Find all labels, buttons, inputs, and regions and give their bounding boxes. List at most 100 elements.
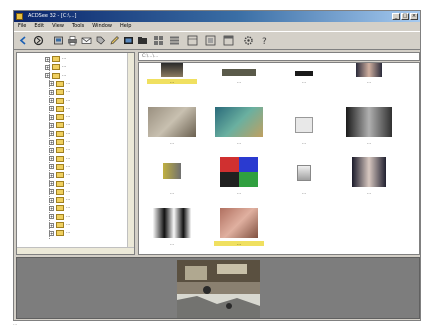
back-button[interactable]: [18, 35, 29, 46]
expand-toggle-icon[interactable]: +: [45, 73, 50, 79]
expand-toggle-icon[interactable]: +: [49, 181, 54, 186]
tree-item[interactable]: +...: [49, 204, 70, 212]
expand-toggle-icon[interactable]: +: [49, 189, 54, 195]
tree-item[interactable]: +...: [45, 55, 66, 63]
expand-toggle-icon[interactable]: +: [49, 205, 54, 211]
thumbnail-7[interactable]: ...: [279, 107, 329, 151]
thumbnail-4[interactable]: ...: [344, 63, 394, 107]
tree-item[interactable]: +...: [49, 188, 70, 196]
details-view-button[interactable]: [169, 35, 180, 46]
tree-item[interactable]: +...: [49, 180, 70, 188]
tree-item[interactable]: +...: [49, 113, 70, 121]
help-button[interactable]: ?: [259, 35, 270, 46]
menu-file[interactable]: File: [18, 22, 26, 31]
tree-item-label: ...: [66, 89, 71, 95]
email-icon: [81, 37, 92, 44]
title-bar[interactable]: ACDSee 32 - [C:\...] _ □ ×: [14, 11, 420, 22]
expand-toggle-icon[interactable]: +: [49, 98, 54, 103]
thumbnail-8[interactable]: ...: [344, 107, 394, 151]
tree-item-label: ...: [66, 130, 71, 136]
thumbnail-3[interactable]: ...: [279, 63, 329, 107]
tag-button[interactable]: [95, 35, 106, 46]
tree-item[interactable]: +...: [49, 105, 70, 113]
print-button[interactable]: [67, 35, 78, 46]
folder-tree[interactable]: +... +... +... +... +... +... +... +... +... +...…: [16, 52, 135, 255]
expand-toggle-icon[interactable]: +: [49, 222, 54, 228]
menu-help[interactable]: Help: [120, 22, 131, 31]
expand-toggle-icon[interactable]: +: [45, 56, 50, 62]
expand-toggle-icon[interactable]: +: [49, 230, 54, 236]
settings-button[interactable]: [243, 35, 254, 46]
expand-toggle-icon[interactable]: +: [45, 64, 50, 70]
thumbnail-6[interactable]: ...: [214, 107, 264, 151]
expand-toggle-icon[interactable]: +: [49, 172, 54, 178]
thumbnail-1[interactable]: ...: [147, 63, 197, 107]
thumbnail-9[interactable]: ...: [147, 157, 197, 201]
expand-toggle-icon[interactable]: +: [49, 114, 54, 120]
thumbnail-caption: ...: [367, 79, 371, 84]
tree-item[interactable]: +...: [49, 221, 70, 229]
forward-button[interactable]: [33, 35, 44, 46]
tree-item[interactable]: +...: [49, 163, 70, 171]
thumbnail-5[interactable]: ...: [147, 107, 197, 151]
expand-toggle-icon[interactable]: +: [49, 81, 54, 87]
tree-item[interactable]: +...: [49, 80, 70, 88]
expand-toggle-icon[interactable]: +: [49, 164, 54, 170]
thumbnail-10[interactable]: ...: [214, 157, 264, 201]
expand-toggle-icon[interactable]: +: [49, 147, 54, 153]
minimize-icon[interactable]: _: [392, 13, 400, 20]
expand-toggle-icon[interactable]: +: [49, 139, 54, 145]
close-icon[interactable]: ×: [410, 13, 418, 20]
tree-item[interactable]: +...: [49, 196, 70, 204]
expand-toggle-icon[interactable]: +: [49, 197, 54, 203]
tree-item[interactable]: +...: [49, 229, 70, 237]
menu-window[interactable]: Window: [92, 22, 112, 31]
tree-vertical-scrollbar[interactable]: [127, 53, 134, 254]
menu-edit[interactable]: Edit: [34, 22, 44, 31]
fullscreen-button[interactable]: [223, 35, 234, 46]
thumbnail-12[interactable]: ...: [344, 157, 394, 201]
browse-button[interactable]: [53, 35, 64, 46]
expand-toggle-icon[interactable]: +: [49, 122, 54, 128]
tree-item[interactable]: +...: [49, 88, 70, 96]
thumbnail-11[interactable]: ...: [279, 157, 329, 201]
address-bar[interactable]: C:\...\...: [138, 52, 420, 61]
list-view-button[interactable]: [187, 35, 198, 46]
edit-button[interactable]: [109, 35, 120, 46]
tree-item[interactable]: +...: [49, 97, 70, 105]
large-view-button[interactable]: [205, 35, 216, 46]
folder-icon: [56, 205, 64, 212]
thumbnail-grid[interactable]: ... ... ... ... ... ... ... ... ... ... …: [138, 62, 420, 255]
tree-item[interactable]: +...: [49, 138, 70, 146]
thumbnail-13[interactable]: ...: [147, 208, 197, 252]
tree-item[interactable]: +...: [49, 213, 70, 221]
menu-view[interactable]: View: [52, 22, 64, 31]
tree-horizontal-scrollbar[interactable]: [17, 247, 134, 254]
thumbnail-2[interactable]: ...: [214, 63, 264, 107]
thumbnail-14[interactable]: ...: [214, 208, 264, 252]
thumbs-view-button[interactable]: [153, 35, 164, 46]
large-icon: [205, 35, 216, 46]
expand-toggle-icon[interactable]: +: [49, 106, 54, 112]
tree-item[interactable]: +...: [49, 171, 70, 179]
expand-toggle-icon[interactable]: +: [49, 131, 54, 137]
folder-icon: [56, 163, 64, 170]
expand-toggle-icon[interactable]: +: [49, 89, 54, 95]
folder-icon: [56, 147, 64, 154]
tree-item[interactable]: +...: [45, 63, 66, 71]
folder-button[interactable]: [137, 35, 148, 46]
tree-item[interactable]: +...: [45, 72, 66, 80]
expand-toggle-icon[interactable]: +: [49, 214, 54, 220]
tree-item-label: ...: [62, 56, 67, 61]
thumbnail-image: [163, 163, 181, 179]
slideshow-button[interactable]: [123, 35, 134, 46]
tree-item[interactable]: +...: [49, 130, 70, 138]
tree-item[interactable]: +...: [49, 121, 70, 129]
tree-item[interactable]: +...: [49, 146, 70, 154]
expand-toggle-icon[interactable]: +: [49, 156, 54, 162]
menu-tools[interactable]: Tools: [72, 22, 84, 31]
thumbnail-image: [295, 117, 313, 133]
maximize-icon[interactable]: □: [401, 13, 409, 20]
tree-item[interactable]: +...: [49, 155, 70, 163]
email-button[interactable]: [81, 35, 92, 46]
